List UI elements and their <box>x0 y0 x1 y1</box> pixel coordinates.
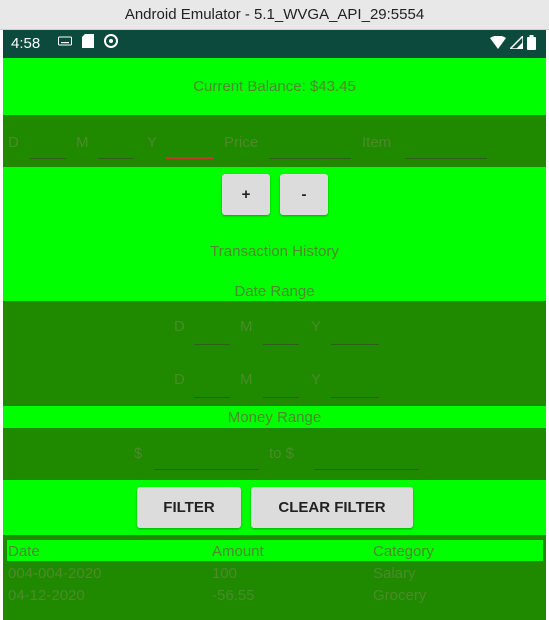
header-amount: Amount <box>212 543 264 560</box>
clear-filter-button[interactable]: CLEAR FILTER <box>251 487 413 528</box>
month-label: M <box>76 134 89 151</box>
to-day-label: D <box>174 371 185 388</box>
to-day-input[interactable] <box>194 397 230 398</box>
to-year-input[interactable] <box>331 397 379 398</box>
money-range-label: Money Range <box>227 409 322 426</box>
current-balance: Current Balance: $43.45 <box>193 78 356 95</box>
window-title: Android Emulator - 5.1_WVGA_API_29:5554 <box>0 0 549 30</box>
battery-icon <box>527 35 536 50</box>
year-label: Y <box>147 134 158 151</box>
day-label: D <box>8 134 19 151</box>
table-header <box>7 540 543 561</box>
from-year-input[interactable] <box>331 344 379 345</box>
money-from-symbol: $ <box>134 445 143 462</box>
item-input[interactable] <box>405 158 487 159</box>
from-year-label: Y <box>311 318 322 335</box>
row-1-date: 004-004-2020 <box>8 565 102 582</box>
to-month-input[interactable] <box>263 397 299 398</box>
to-month-label: M <box>240 371 253 388</box>
signal-icon <box>510 36 523 49</box>
month-input[interactable] <box>98 158 134 159</box>
year-input[interactable] <box>166 157 214 159</box>
keyboard-icon <box>58 36 72 46</box>
from-month-input[interactable] <box>263 344 299 345</box>
date-range-panel: D M Y D M Y <box>3 301 546 406</box>
row-1-category: Salary <box>373 565 416 582</box>
money-to-input[interactable] <box>314 469 419 470</box>
row-1-amount: 100 <box>212 565 238 582</box>
header-date: Date <box>8 543 40 560</box>
to-year-label: Y <box>311 371 322 388</box>
date-range-label: Date Range <box>234 283 315 300</box>
money-range-header: Money Range <box>3 406 546 428</box>
row-2-date: 04-12-2020 <box>8 587 85 604</box>
filter-button[interactable]: FILTER <box>137 487 241 528</box>
wifi-icon <box>490 36 506 49</box>
day-input[interactable] <box>30 158 66 159</box>
actions-panel: + - Transaction History Date Range <box>3 167 546 301</box>
money-range-panel: $ to $ <box>3 428 546 480</box>
price-input[interactable] <box>269 158 351 159</box>
from-day-label: D <box>174 318 185 335</box>
status-bar: 4:58 <box>3 30 546 58</box>
from-day-input[interactable] <box>194 344 230 345</box>
entry-row: D M Y Price Item <box>3 115 546 167</box>
balance-panel: Current Balance: $43.45 <box>3 58 546 115</box>
remove-transaction-button[interactable]: - <box>280 174 328 215</box>
header-category: Category <box>373 543 434 560</box>
status-notification-icons <box>58 34 118 48</box>
money-to-label: to $ <box>269 445 295 462</box>
row-2-amount: -56.55 <box>212 587 255 604</box>
money-from-input[interactable] <box>154 469 259 470</box>
transaction-history-title: Transaction History <box>210 243 339 260</box>
from-month-label: M <box>240 318 253 335</box>
price-label: Price <box>224 134 259 151</box>
sync-icon <box>104 34 118 48</box>
item-label: Item <box>362 134 392 151</box>
sd-card-icon <box>82 34 94 48</box>
status-system-icons <box>490 35 536 50</box>
add-transaction-button[interactable]: + <box>222 174 270 215</box>
phone-screen: 4:58 Current Balance: $43.45 D M Y Price… <box>3 30 546 620</box>
row-2-category: Grocery <box>373 587 427 604</box>
filter-panel: FILTER CLEAR FILTER <box>3 480 546 535</box>
status-time: 4:58 <box>11 35 41 52</box>
